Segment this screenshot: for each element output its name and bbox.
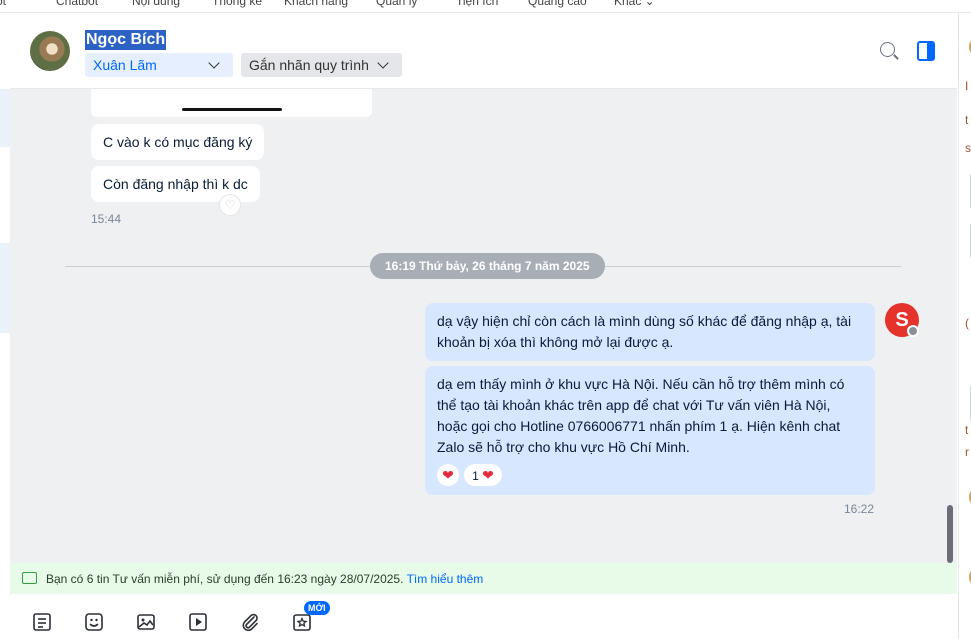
video-icon[interactable] (187, 612, 209, 634)
toggle-info-panel-icon[interactable] (917, 41, 935, 61)
nav-item-content[interactable]: Nội dung (132, 0, 180, 8)
outgoing-message[interactable]: dạ vậy hiện chỉ còn cách là mình dùng số… (425, 303, 875, 361)
nav-item-more[interactable]: Khác ⌄ (614, 0, 655, 8)
date-divider: 16:19 Thứ bảy, 26 tháng 7 năm 2025 (370, 253, 605, 279)
chat-icon (22, 572, 37, 584)
reaction-count: 1 (472, 469, 479, 483)
agent-avatar[interactable]: S (885, 303, 919, 337)
nav-item-stats[interactable]: Thống kê (212, 0, 262, 8)
heart-icon: ❤ (442, 467, 454, 483)
free-message-notice: Bạn có 6 tin Tư vấn miễn phí, sử dụng đế… (10, 563, 957, 594)
status-dot (907, 325, 919, 337)
nav-item[interactable]: ột (0, 0, 6, 8)
panel-text: s (965, 141, 971, 155)
heart-react-button[interactable]: ❤ (437, 464, 459, 486)
image-icon[interactable] (135, 612, 157, 634)
contact-avatar[interactable] (30, 31, 70, 71)
nav-item-manage[interactable]: Quản lý (376, 0, 417, 8)
notice-text: Bạn có 6 tin Tư vấn miễn phí, sử dụng đế… (46, 572, 483, 586)
nav-item-utilities[interactable]: Tiện ích (456, 0, 498, 8)
notice-message: Bạn có 6 tin Tư vấn miễn phí, sử dụng đế… (46, 572, 404, 586)
incoming-message[interactable]: C vào k có mục đăng ký (91, 124, 265, 160)
label-process-text: Gắn nhãn quy trình (249, 57, 369, 73)
contact-name[interactable]: Ngọc Bích (85, 30, 167, 50)
quick-reply-star-icon[interactable] (291, 612, 313, 634)
panel-text: ( (965, 316, 969, 330)
chevron-down-icon (377, 57, 389, 69)
reaction-summary[interactable]: 1 ❤ (464, 464, 502, 486)
nav-item-customers[interactable]: Khách hàng (284, 0, 348, 8)
new-badge: MỚI (304, 601, 330, 615)
message-list[interactable]: C vào k có mục đăng ký Còn đăng nhập thì… (10, 89, 957, 563)
top-nav: ột Chatbot Nội dung Thống kê Khách hàng … (0, 0, 971, 13)
panel-text: t (965, 113, 969, 127)
outgoing-message[interactable]: dạ em thấy mình ở khu vực Hà Nội. Nếu cầ… (425, 366, 875, 495)
note-icon[interactable] (31, 612, 53, 634)
sticker-icon[interactable] (83, 612, 105, 634)
image-message[interactable] (91, 89, 372, 117)
attachment-icon[interactable] (239, 612, 261, 634)
learn-more-link[interactable]: Tìm hiểu thêm (407, 572, 484, 586)
search-icon[interactable] (880, 42, 895, 57)
label-process-dropdown[interactable]: Gắn nhãn quy trình (241, 53, 402, 77)
chevron-down-icon (208, 57, 220, 69)
assignee-dropdown[interactable]: Xuân Lãm (85, 53, 233, 77)
assignee-value: Xuân Lãm (93, 57, 157, 73)
panel-text: r (965, 445, 969, 459)
outgoing-message-text: dạ em thấy mình ở khu vực Hà Nội. Nếu cầ… (437, 376, 845, 455)
conversation-item[interactable] (0, 243, 10, 333)
conversation-item[interactable] (0, 89, 10, 147)
image-content (182, 108, 282, 111)
message-time: 16:22 (844, 502, 875, 516)
panel-text: t (965, 423, 969, 437)
message-time: 15:44 (91, 212, 122, 226)
conversation-header: Ngọc Bích Xuân Lãm Gắn nhãn quy trình (10, 13, 957, 89)
scrollbar[interactable] (947, 505, 953, 563)
nav-item-ads[interactable]: Quảng cáo (528, 0, 587, 8)
heart-icon: ❤ (482, 467, 494, 483)
compose-toolbar: MỚI (10, 595, 957, 639)
heart-outline-icon[interactable]: ♡ (219, 194, 241, 216)
nav-item-chatbot[interactable]: Chatbot (56, 0, 98, 8)
info-panel-edge: I t s ( t r (958, 13, 971, 639)
panel-text: I (965, 79, 969, 93)
